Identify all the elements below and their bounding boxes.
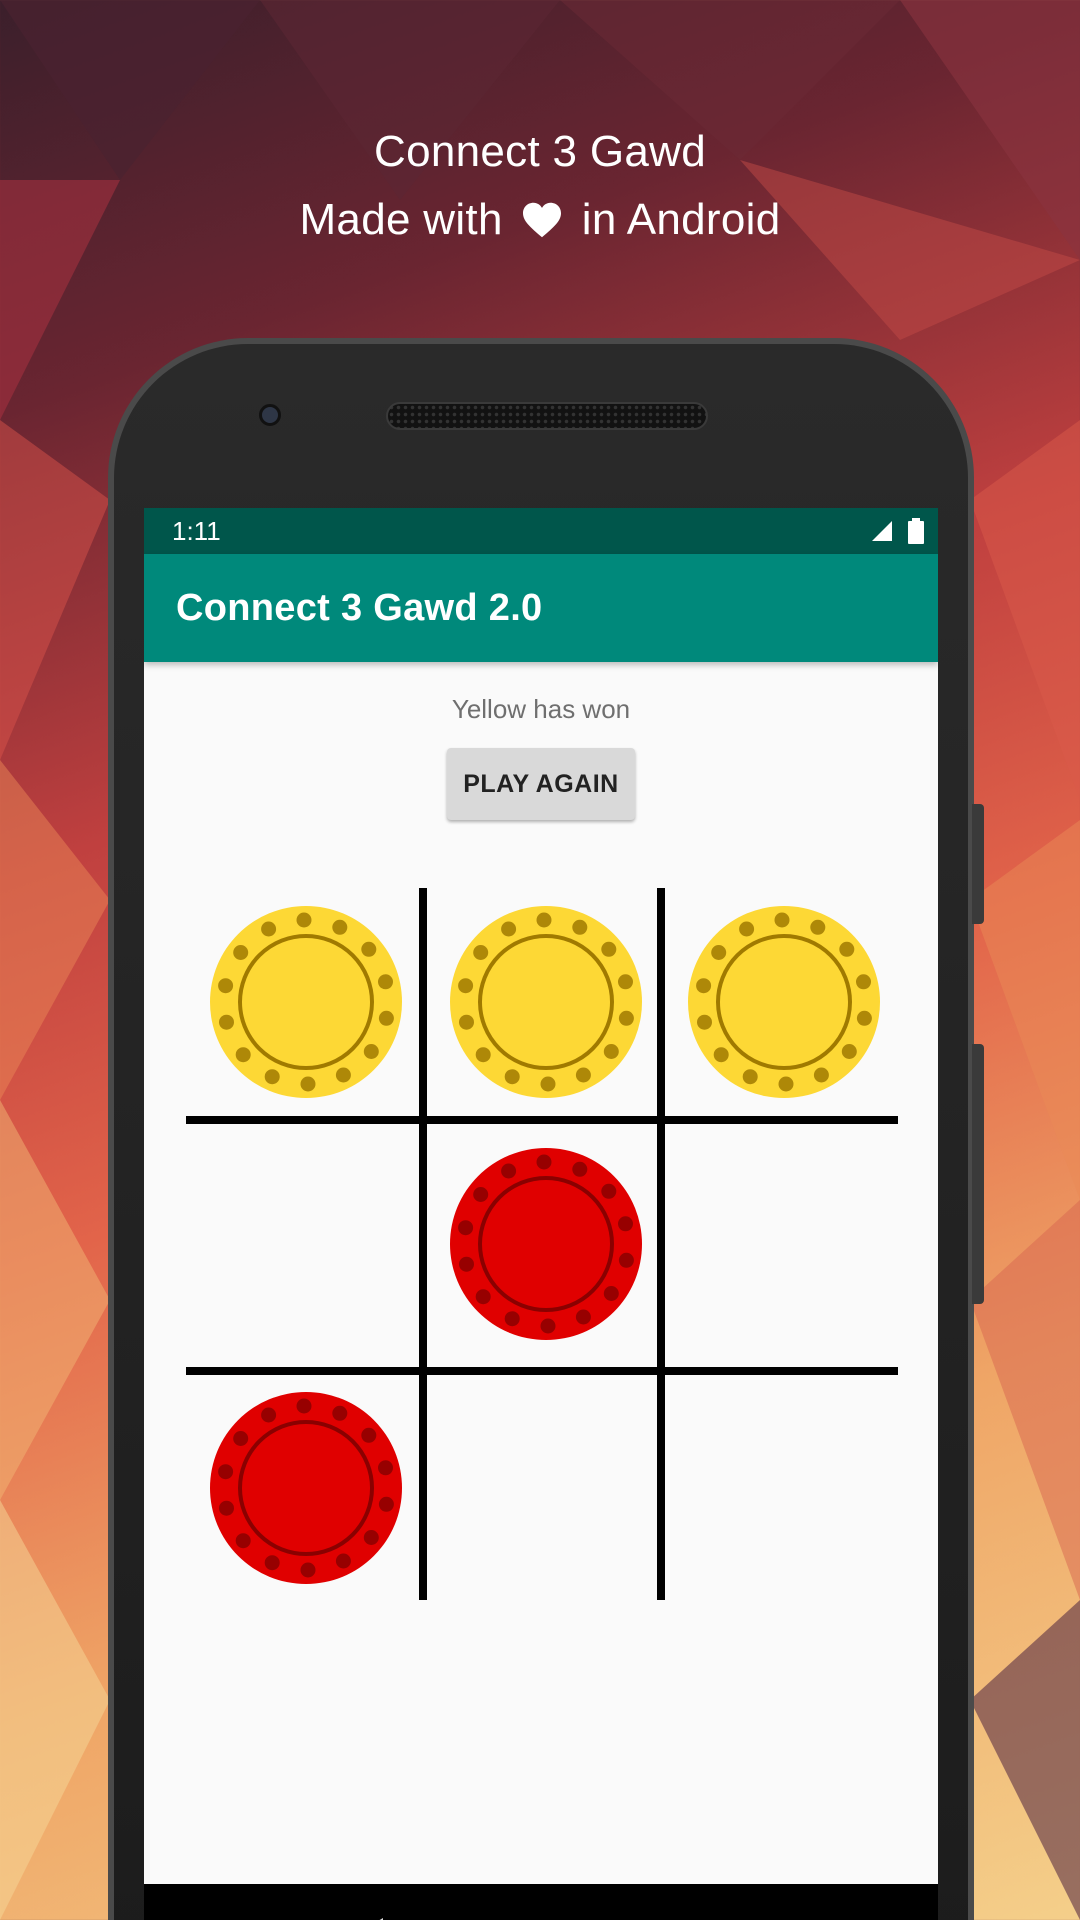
phone-volume-button (972, 1044, 984, 1304)
status-bar: 1:11 (144, 508, 938, 554)
board-cell[interactable] (426, 1368, 666, 1608)
phone-power-button (972, 804, 984, 924)
battery-icon (908, 518, 924, 544)
winner-message: Yellow has won (451, 694, 631, 724)
yellow-coin-icon (450, 906, 642, 1098)
home-button[interactable] (511, 1904, 571, 1920)
navigation-bar (144, 1884, 938, 1920)
app-title: Connect 3 Gawd 2.0 (176, 586, 543, 629)
play-again-button[interactable]: PLAY AGAIN (447, 748, 635, 820)
promo-header: Connect 3 Gawd Made with in Android (0, 118, 1080, 254)
heart-icon (523, 202, 562, 238)
board-cell[interactable] (186, 882, 426, 1122)
board-cell[interactable] (426, 882, 666, 1122)
game-board (186, 888, 898, 1600)
app-bar: Connect 3 Gawd 2.0 (144, 554, 938, 662)
promo-title: Connect 3 Gawd (374, 127, 706, 176)
yellow-coin-icon (210, 906, 402, 1098)
board-cell[interactable] (664, 882, 904, 1122)
promo-subtitle: Made with in Android (0, 186, 1080, 254)
back-icon (379, 1918, 383, 1920)
back-button[interactable] (340, 1904, 400, 1920)
yellow-coin-icon (688, 906, 880, 1098)
board-cell[interactable] (186, 1124, 426, 1364)
phone-frame: 1:11 Connect 3 Gawd 2.0 Yellow has won P… (108, 338, 984, 1920)
red-coin-icon (450, 1148, 642, 1340)
promo-subtitle-suffix: in Android (581, 195, 781, 244)
board-cell[interactable] (426, 1124, 666, 1364)
signal-icon (872, 521, 892, 541)
board-cell[interactable] (664, 1368, 904, 1608)
status-time: 1:11 (172, 515, 221, 546)
board-cell[interactable] (664, 1124, 904, 1364)
promo-subtitle-prefix: Made with (299, 195, 503, 244)
red-coin-icon (210, 1392, 402, 1584)
recents-button[interactable] (682, 1904, 742, 1920)
board-cell[interactable] (186, 1368, 426, 1608)
front-camera-icon (259, 404, 281, 426)
earpiece-speaker (386, 402, 708, 430)
device-screen: 1:11 Connect 3 Gawd 2.0 Yellow has won P… (144, 508, 938, 1920)
